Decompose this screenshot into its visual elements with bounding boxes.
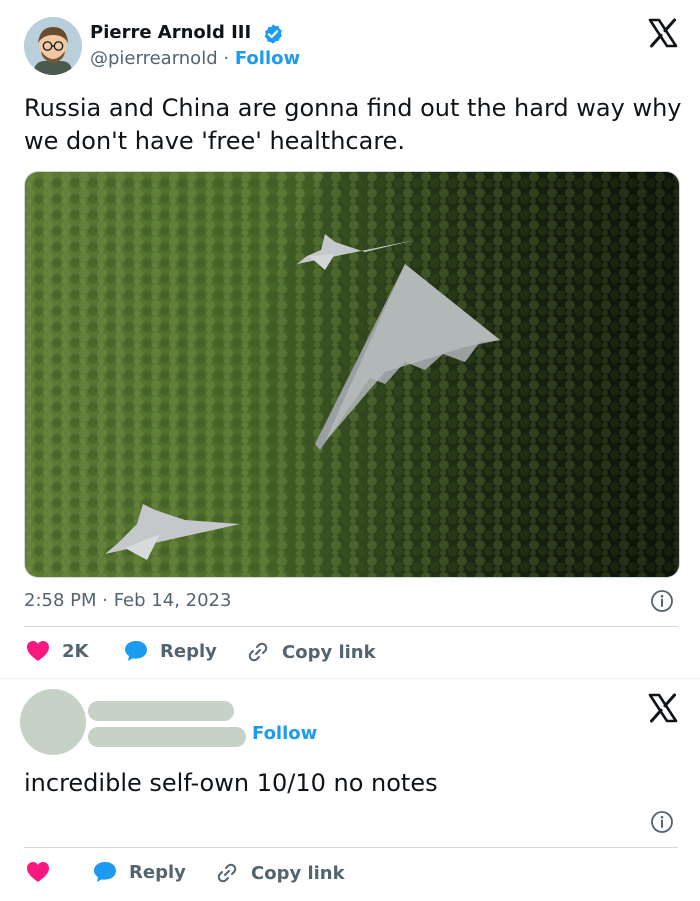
info-icon[interactable] [650,810,674,834]
info-icon[interactable] [650,589,674,613]
redacted-handle-bar [88,727,246,747]
reply-label: Reply [160,640,217,662]
reply-bubble-icon [94,862,116,882]
follow-button[interactable]: Follow [235,48,300,69]
tweet-text: Russia and China are gonna find out the … [24,94,682,155]
reply-follow-button[interactable]: Follow [252,723,317,744]
link-icon [217,863,237,883]
handle-separator: · [223,48,230,69]
x-logo-icon[interactable] [648,693,678,723]
copy-link-button[interactable]: Copy link [215,861,345,885]
aircraft-over-forest-image [25,172,679,577]
reply-card: Follow incredible self-own 10/10 no note… [0,678,700,901]
tweet-timestamp[interactable]: 2:58 PM · Feb 14, 2023 [24,590,231,611]
verified-badge-icon [264,24,282,44]
author-handle[interactable]: @pierrearnold [90,48,218,69]
author-avatar[interactable] [24,17,82,75]
like-button[interactable] [26,861,62,883]
tweet-card: Pierre Arnold III @pierrearnold · Follow… [0,0,700,678]
redacted-avatar [20,689,86,755]
reply-bubble-icon [125,641,147,661]
reply-button[interactable]: Reply [124,640,217,662]
tweet-photo[interactable] [24,171,680,578]
author-handle-row: @pierrearnold · Follow [90,48,300,69]
reply-button[interactable]: Reply [93,861,186,883]
reply-label: Reply [129,861,186,883]
heart-icon [27,862,49,882]
link-icon [248,642,268,662]
copy-link-button[interactable]: Copy link [246,640,376,664]
author-name[interactable]: Pierre Arnold III [90,22,251,43]
divider [24,847,678,848]
redacted-name-bar [88,701,234,721]
like-count: 2K [62,640,89,662]
reply-text: incredible self-own 10/10 no notes [24,769,438,797]
copy-link-label: Copy link [282,641,376,663]
divider [24,626,678,627]
heart-icon [27,641,49,661]
like-button[interactable]: 2K [26,640,88,662]
copy-link-label: Copy link [251,862,345,884]
x-logo-icon[interactable] [648,18,678,48]
